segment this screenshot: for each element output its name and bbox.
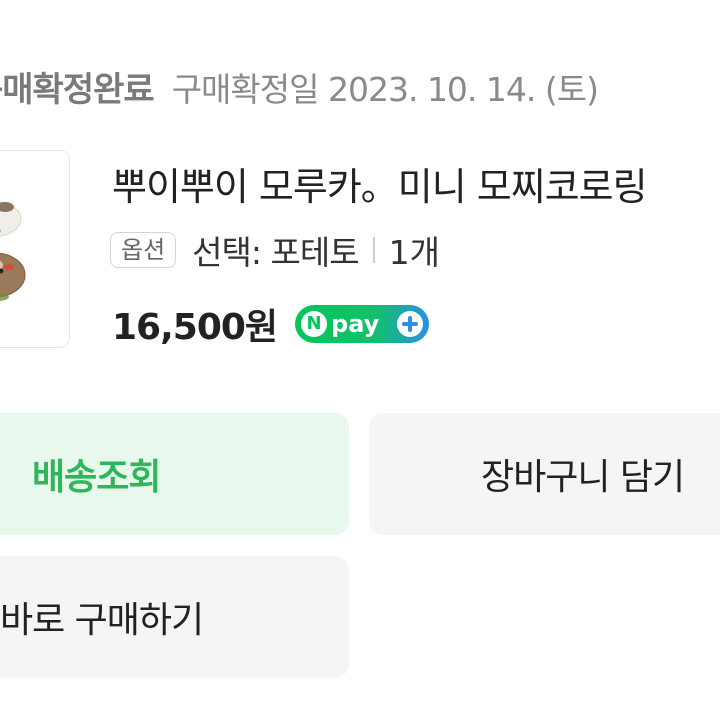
- order-detail-card: 구매확정완료 구매확정일 2023. 10. 14. (토) 뿌이뿌이 모루카。…: [0, 0, 720, 720]
- option-row: 옵션 선택: 포테토 1개: [110, 226, 440, 274]
- option-badge: 옵션: [110, 232, 177, 268]
- npay-plus-badge: N pay: [295, 305, 430, 343]
- naver-n-icon: N: [301, 311, 328, 337]
- price-row: 16,500원 N pay: [112, 298, 430, 350]
- track-delivery-button[interactable]: 배송조회: [0, 413, 349, 535]
- confirm-date: 구매확정일 2023. 10. 14. (토): [171, 70, 599, 109]
- buy-now-button[interactable]: 바로 구매하기: [0, 556, 349, 678]
- product-price: 16,500원: [112, 307, 278, 348]
- option-quantity: 1개: [388, 233, 440, 272]
- option-divider: [372, 237, 375, 263]
- product-title[interactable]: 뿌이뿌이 모루카。미니 모찌코로링: [112, 156, 648, 211]
- product-thumbnail[interactable]: [0, 150, 70, 348]
- add-to-cart-button[interactable]: 장바구니 담기: [369, 413, 720, 535]
- order-status-row: 구매확정완료 구매확정일 2023. 10. 14. (토): [0, 62, 599, 111]
- plus-icon: [397, 311, 424, 337]
- product-image-icon: [0, 201, 26, 301]
- option-text: 선택: 포테토: [192, 233, 359, 272]
- order-status-label: 구매확정완료: [0, 70, 155, 110]
- npay-label: pay: [331, 310, 380, 338]
